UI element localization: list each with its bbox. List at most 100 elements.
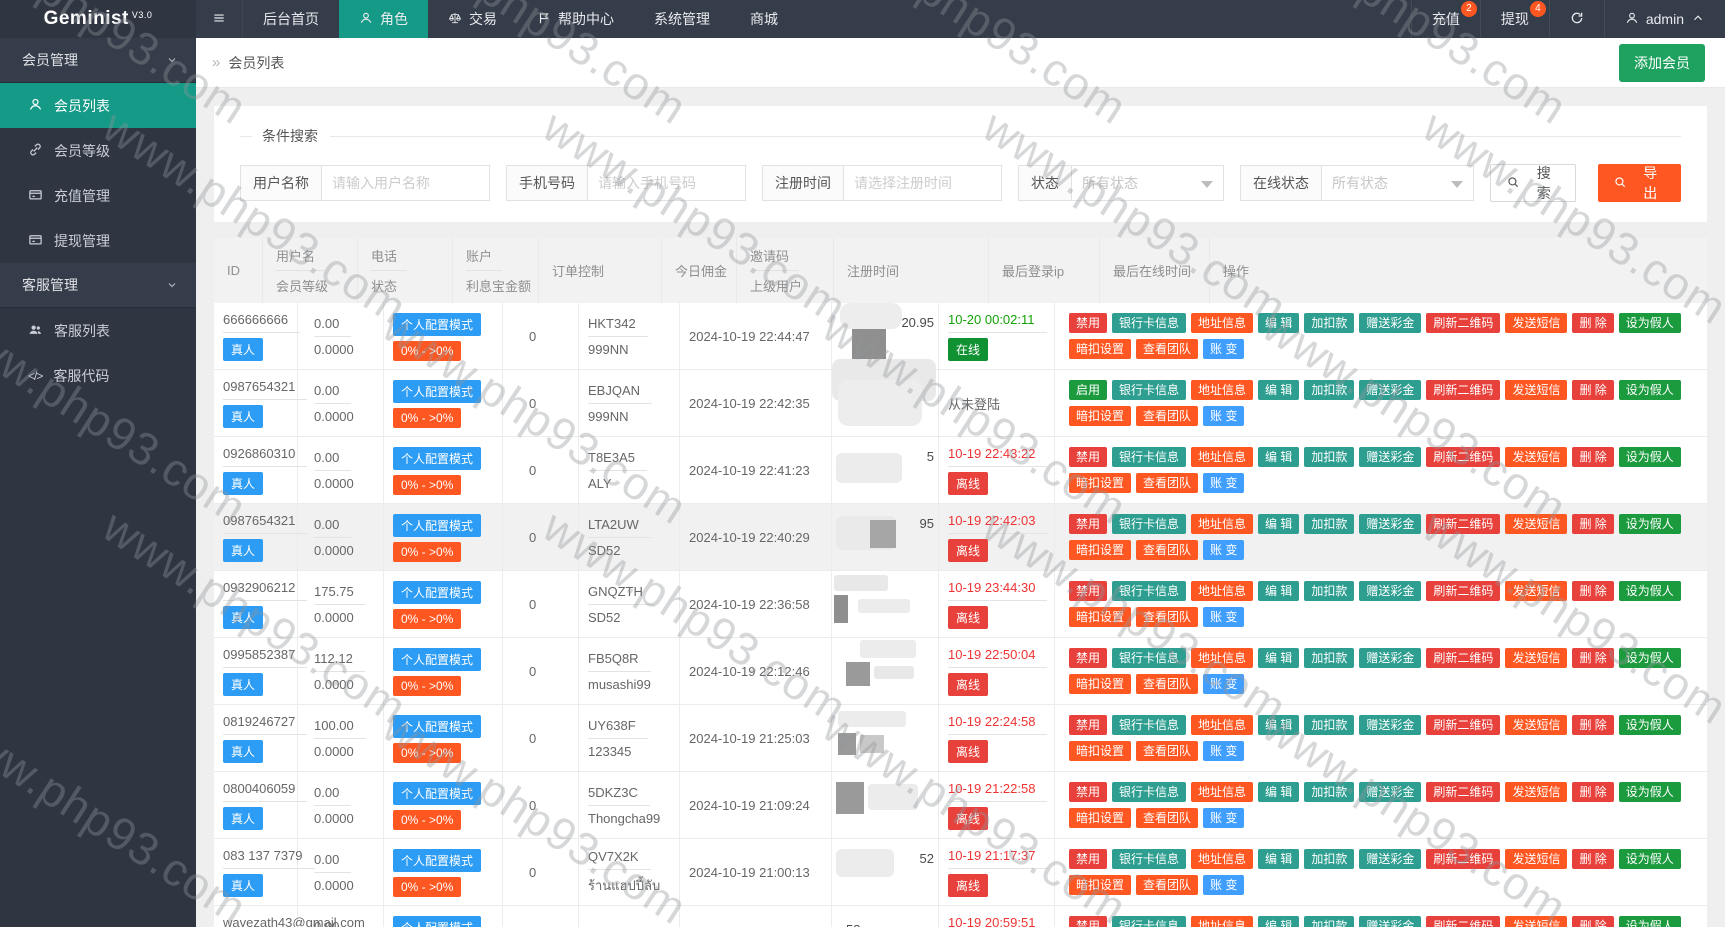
- action-button[interactable]: 查看团队: [1136, 875, 1199, 895]
- action-button[interactable]: 刷新二维码: [1426, 313, 1501, 333]
- action-button[interactable]: 赠送彩金: [1359, 715, 1422, 735]
- percent-badge[interactable]: 0% - >0%: [393, 675, 462, 696]
- action-button[interactable]: 发送短信: [1505, 849, 1568, 869]
- action-button[interactable]: 查看团队: [1136, 406, 1199, 426]
- action-button[interactable]: 银行卡信息: [1112, 715, 1187, 735]
- action-button[interactable]: 银行卡信息: [1112, 581, 1187, 601]
- action-button[interactable]: 刷新二维码: [1426, 514, 1501, 534]
- action-button[interactable]: 赠送彩金: [1359, 380, 1422, 400]
- personal-config-badge[interactable]: 个人配置模式: [393, 714, 482, 738]
- action-button[interactable]: 加扣款: [1304, 380, 1355, 400]
- percent-badge[interactable]: 0% - >0%: [393, 742, 462, 763]
- action-button[interactable]: 加扣款: [1304, 581, 1355, 601]
- action-button[interactable]: 禁用: [1069, 916, 1108, 927]
- action-button[interactable]: 禁用: [1069, 715, 1108, 735]
- action-button[interactable]: 删 除: [1572, 581, 1614, 601]
- export-button[interactable]: 导 出: [1597, 164, 1681, 202]
- personal-config-badge[interactable]: 个人配置模式: [393, 915, 482, 927]
- action-button[interactable]: 设为假人: [1618, 782, 1681, 802]
- action-button[interactable]: 地址信息: [1191, 648, 1254, 668]
- top-menu-item-roles[interactable]: 角色: [339, 0, 428, 38]
- sidebar-item-recharge-management[interactable]: 充值管理: [0, 173, 196, 218]
- recharge-notice-button[interactable]: 充值 2: [1410, 0, 1480, 38]
- action-button[interactable]: 设为假人: [1618, 313, 1681, 333]
- action-button[interactable]: 发送短信: [1505, 916, 1568, 927]
- action-button[interactable]: 刷新二维码: [1426, 782, 1501, 802]
- sidebar-group-member-management[interactable]: 会员管理: [0, 38, 196, 83]
- action-button[interactable]: 账 变: [1203, 808, 1245, 828]
- action-button[interactable]: 删 除: [1572, 715, 1614, 735]
- sidebar-item-withdraw-management[interactable]: 提现管理: [0, 218, 196, 263]
- action-button[interactable]: 设为假人: [1618, 715, 1681, 735]
- refresh-button[interactable]: [1548, 0, 1604, 38]
- action-button[interactable]: 查看团队: [1136, 808, 1199, 828]
- action-button[interactable]: 地址信息: [1191, 849, 1254, 869]
- action-button[interactable]: 禁用: [1069, 849, 1108, 869]
- personal-config-badge[interactable]: 个人配置模式: [393, 580, 482, 604]
- percent-badge[interactable]: 0% - >0%: [393, 876, 462, 897]
- action-button[interactable]: 发送短信: [1505, 715, 1568, 735]
- action-button[interactable]: 暗扣设置: [1069, 674, 1132, 694]
- action-button[interactable]: 发送短信: [1505, 447, 1568, 467]
- top-menu-item-help[interactable]: 帮助中心: [517, 0, 634, 38]
- percent-badge[interactable]: 0% - >0%: [393, 407, 462, 428]
- personal-config-badge[interactable]: 个人配置模式: [393, 848, 482, 872]
- sidebar-item-member-level[interactable]: 会员等级: [0, 128, 196, 173]
- action-button[interactable]: 删 除: [1572, 782, 1614, 802]
- action-button[interactable]: 查看团队: [1136, 741, 1199, 761]
- action-button[interactable]: 加扣款: [1304, 648, 1355, 668]
- personal-config-badge[interactable]: 个人配置模式: [393, 781, 482, 805]
- action-button[interactable]: 赠送彩金: [1359, 313, 1422, 333]
- action-button[interactable]: 删 除: [1572, 916, 1614, 927]
- action-button[interactable]: 设为假人: [1618, 581, 1681, 601]
- action-button[interactable]: 设为假人: [1618, 648, 1681, 668]
- action-button[interactable]: 编 辑: [1258, 313, 1300, 333]
- action-button[interactable]: 银行卡信息: [1112, 447, 1187, 467]
- action-button[interactable]: 编 辑: [1258, 715, 1300, 735]
- action-button[interactable]: 加扣款: [1304, 849, 1355, 869]
- personal-config-badge[interactable]: 个人配置模式: [393, 647, 482, 671]
- action-button[interactable]: 赠送彩金: [1359, 849, 1422, 869]
- sidebar-group-service-management[interactable]: 客服管理: [0, 263, 196, 308]
- add-member-button[interactable]: 添加会员: [1619, 43, 1705, 82]
- register-time-input[interactable]: [844, 165, 1002, 201]
- action-button[interactable]: 暗扣设置: [1069, 406, 1132, 426]
- action-button[interactable]: 暗扣设置: [1069, 741, 1132, 761]
- username-input[interactable]: [322, 165, 490, 201]
- top-menu-item-home[interactable]: 后台首页: [243, 0, 339, 38]
- action-button[interactable]: 编 辑: [1258, 380, 1300, 400]
- action-button[interactable]: 账 变: [1203, 674, 1245, 694]
- action-button[interactable]: 暗扣设置: [1069, 875, 1132, 895]
- action-button[interactable]: 赠送彩金: [1359, 581, 1422, 601]
- action-button[interactable]: 赠送彩金: [1359, 447, 1422, 467]
- action-button[interactable]: 刷新二维码: [1426, 581, 1501, 601]
- action-button[interactable]: 查看团队: [1136, 674, 1199, 694]
- percent-badge[interactable]: 0% - >0%: [393, 608, 462, 629]
- action-button[interactable]: 禁用: [1069, 447, 1108, 467]
- action-button[interactable]: 设为假人: [1618, 447, 1681, 467]
- percent-badge[interactable]: 0% - >0%: [393, 474, 462, 495]
- personal-config-badge[interactable]: 个人配置模式: [393, 379, 482, 403]
- top-menu-item-mall[interactable]: 商城: [730, 0, 798, 38]
- personal-config-badge[interactable]: 个人配置模式: [393, 513, 482, 537]
- action-button[interactable]: 编 辑: [1258, 849, 1300, 869]
- action-button[interactable]: 银行卡信息: [1112, 782, 1187, 802]
- percent-badge[interactable]: 0% - >0%: [393, 340, 462, 361]
- action-button[interactable]: 加扣款: [1304, 715, 1355, 735]
- action-button[interactable]: 删 除: [1572, 447, 1614, 467]
- action-button[interactable]: 账 变: [1203, 540, 1245, 560]
- top-menu-item-system[interactable]: 系统管理: [634, 0, 730, 38]
- action-button[interactable]: 设为假人: [1618, 514, 1681, 534]
- action-button[interactable]: 账 变: [1203, 339, 1245, 359]
- action-button[interactable]: 发送短信: [1505, 313, 1568, 333]
- sidebar-item-service-list[interactable]: 客服列表: [0, 308, 196, 353]
- action-button[interactable]: 删 除: [1572, 514, 1614, 534]
- action-button[interactable]: 刷新二维码: [1426, 849, 1501, 869]
- action-button[interactable]: 编 辑: [1258, 581, 1300, 601]
- online-status-select[interactable]: 所有状态: [1322, 165, 1474, 201]
- action-button[interactable]: 账 变: [1203, 473, 1245, 493]
- action-button[interactable]: 赠送彩金: [1359, 916, 1422, 927]
- action-button[interactable]: 地址信息: [1191, 916, 1254, 927]
- action-button[interactable]: 发送短信: [1505, 581, 1568, 601]
- action-button[interactable]: 编 辑: [1258, 782, 1300, 802]
